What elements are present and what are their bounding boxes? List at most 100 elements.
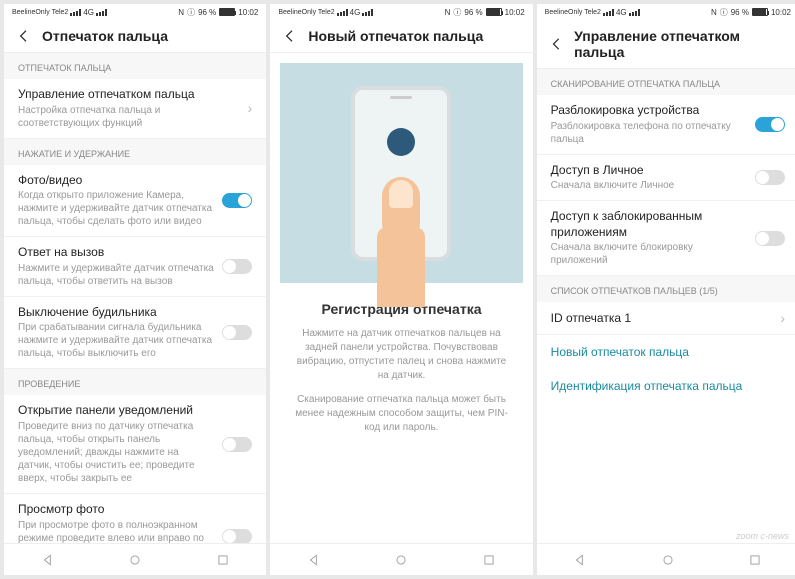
screen-fingerprint-settings: BeelineOnly Tele24G Nⓘ96 %10:02 Отпечато… <box>4 4 266 575</box>
back-icon[interactable] <box>549 36 564 52</box>
row-title: Фото/видео <box>18 173 214 189</box>
battery-icon <box>219 8 235 16</box>
status-bar: BeelineOnly Tele24G Nⓘ96 %10:02 <box>270 4 532 20</box>
section-header: ОТПЕЧАТОК ПАЛЬЦА <box>4 53 266 79</box>
signal-icon <box>629 8 640 16</box>
row-answer-call[interactable]: Ответ на вызовНажмите и удерживайте датч… <box>4 237 266 297</box>
row-photo-video[interactable]: Фото/видеоКогда открыто приложение Камер… <box>4 165 266 238</box>
row-fingerprint-id-1[interactable]: ID отпечатка 1 › <box>537 302 795 335</box>
nav-bar <box>4 543 266 575</box>
status-bar: BeelineOnly Tele24G Nⓘ96 %10:02 <box>4 4 266 20</box>
link-new-fingerprint[interactable]: Новый отпечаток пальца <box>537 335 795 369</box>
nfc-icon: N <box>178 8 184 17</box>
nav-home-icon[interactable] <box>128 553 142 567</box>
nav-bar <box>270 543 532 575</box>
row-title: Ответ на вызов <box>18 245 214 261</box>
nav-recent-icon[interactable] <box>482 553 496 567</box>
toggle-app-lock-access[interactable] <box>755 231 785 246</box>
page-title: Новый отпечаток пальца <box>308 28 483 44</box>
row-app-lock-access[interactable]: Доступ к заблокированным приложениямСнач… <box>537 201 795 276</box>
clock: 10:02 <box>771 8 791 17</box>
row-title: Доступ в Личное <box>551 163 747 179</box>
clock: 10:02 <box>505 8 525 17</box>
registration-text-2: Сканирование отпечатка пальца может быть… <box>270 393 532 445</box>
row-manage-fingerprint[interactable]: Управление отпечатком пальцаНастройка от… <box>4 79 266 139</box>
row-browse-photos[interactable]: Просмотр фотоПри просмотре фото в полноэ… <box>4 494 266 543</box>
sensor-icon <box>387 128 415 156</box>
row-title: Управление отпечатком пальца <box>18 87 240 103</box>
fingerprint-illustration <box>280 63 522 283</box>
battery-icon <box>486 8 502 16</box>
nav-back-icon[interactable] <box>573 553 587 567</box>
battery-icon <box>752 8 768 16</box>
screen-new-fingerprint: BeelineOnly Tele24G Nⓘ96 %10:02 Новый от… <box>270 4 532 575</box>
row-title: Доступ к заблокированным приложениям <box>551 209 747 240</box>
status-bar: BeelineOnly Tele24G Nⓘ96 %10:02 <box>537 4 795 20</box>
row-title: ID отпечатка 1 <box>551 311 773 327</box>
toggle-unlock-device[interactable] <box>755 117 785 132</box>
nav-home-icon[interactable] <box>661 553 675 567</box>
row-subtitle: Проведите вниз по датчику отпечатка паль… <box>18 420 214 485</box>
link-identify-fingerprint[interactable]: Идентификация отпечатка пальца <box>537 369 795 403</box>
row-unlock-device[interactable]: Разблокировка устройстваРазблокировка те… <box>537 95 795 155</box>
row-subtitle: Сначала включите блокировку приложений <box>551 241 747 267</box>
toggle-alarm-off[interactable] <box>222 325 252 340</box>
section-header: НАЖАТИЕ И УДЕРЖАНИЕ <box>4 139 266 165</box>
section-header: ПРОВЕДЕНИЕ <box>4 369 266 395</box>
toggle-answer-call[interactable] <box>222 259 252 274</box>
signal-icon <box>603 8 614 16</box>
back-icon[interactable] <box>282 28 298 44</box>
row-title: Выключение будильника <box>18 305 214 321</box>
nav-back-icon[interactable] <box>307 553 321 567</box>
row-subtitle: Нажмите и удерживайте датчик отпечатка п… <box>18 262 214 288</box>
row-safe-access[interactable]: Доступ в ЛичноеСначала включите Личное <box>537 155 795 202</box>
row-subtitle: Разблокировка телефона по отпечатку паль… <box>551 120 747 146</box>
chevron-right-icon: › <box>780 310 785 326</box>
back-icon[interactable] <box>16 28 32 44</box>
clock: 10:02 <box>238 8 258 17</box>
content: СКАНИРОВАНИЕ ОТПЕЧАТКА ПАЛЬЦА Разблокиро… <box>537 69 795 543</box>
nfc-icon: N <box>445 8 451 17</box>
content: Регистрация отпечатка Нажмите на датчик … <box>270 53 532 543</box>
row-subtitle: При срабатывании сигнала будильника нажм… <box>18 321 214 360</box>
nav-recent-icon[interactable] <box>216 553 230 567</box>
finger-icon <box>377 177 425 307</box>
battery-pct: 96 % <box>731 8 749 17</box>
signal-icon <box>96 8 107 16</box>
screen-fingerprint-manage: BeelineOnly Tele24G Nⓘ96 %10:02 Управлен… <box>537 4 795 575</box>
nav-bar <box>537 543 795 575</box>
battery-pct: 96 % <box>464 8 482 17</box>
row-subtitle: Сначала включите Личное <box>551 179 747 192</box>
row-subtitle: Настройка отпечатка пальца и соответству… <box>18 104 240 130</box>
nav-home-icon[interactable] <box>394 553 408 567</box>
row-notification-panel[interactable]: Открытие панели уведомленийПроведите вни… <box>4 395 266 494</box>
toggle-photo-video[interactable] <box>222 193 252 208</box>
carrier-label: BeelineOnly Tele2 <box>278 9 334 16</box>
signal-icon <box>70 8 81 16</box>
nfc-icon: N <box>711 8 717 17</box>
nav-back-icon[interactable] <box>41 553 55 567</box>
signal-icon <box>362 8 373 16</box>
carrier-label: BeelineOnly Tele2 <box>12 9 68 16</box>
row-subtitle: При просмотре фото в полноэкранном режим… <box>18 519 214 543</box>
toggle-safe-access[interactable] <box>755 170 785 185</box>
registration-text-1: Нажмите на датчик отпечатков пальцев на … <box>270 327 532 393</box>
toggle-notification-panel[interactable] <box>222 437 252 452</box>
content: ОТПЕЧАТОК ПАЛЬЦА Управление отпечатком п… <box>4 53 266 543</box>
row-title: Просмотр фото <box>18 502 214 518</box>
row-title: Открытие панели уведомлений <box>18 403 214 419</box>
nav-recent-icon[interactable] <box>748 553 762 567</box>
page-title: Отпечаток пальца <box>42 28 168 44</box>
toggle-browse-photos[interactable] <box>222 529 252 543</box>
row-alarm-off[interactable]: Выключение будильникаПри срабатывании си… <box>4 297 266 370</box>
battery-pct: 96 % <box>198 8 216 17</box>
header: Новый отпечаток пальца <box>270 20 532 53</box>
signal-icon <box>337 8 348 16</box>
section-header: СПИСОК ОТПЕЧАТКОВ ПАЛЬЦЕВ (1/5) <box>537 276 795 302</box>
page-title: Управление отпечатком пальца <box>574 28 787 60</box>
header: Управление отпечатком пальца <box>537 20 795 69</box>
header: Отпечаток пальца <box>4 20 266 53</box>
carrier-label: BeelineOnly Tele2 <box>545 9 601 16</box>
chevron-right-icon: › <box>248 100 253 116</box>
section-header: СКАНИРОВАНИЕ ОТПЕЧАТКА ПАЛЬЦА <box>537 69 795 95</box>
